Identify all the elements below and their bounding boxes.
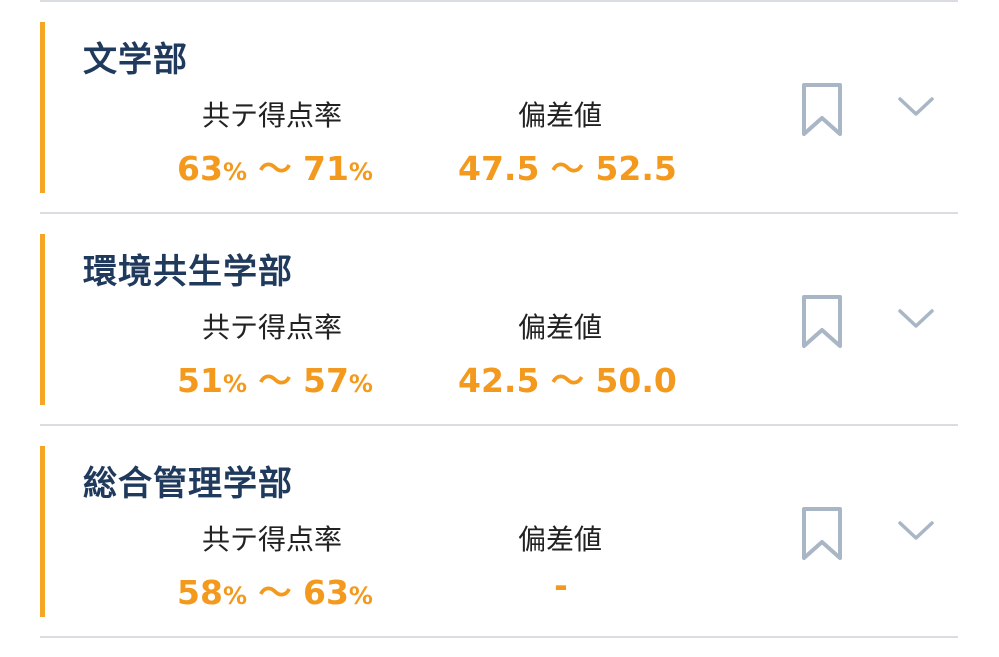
- kyotei-range: 63% 〜 71%: [177, 142, 373, 190]
- kyotei-label: 共テ得点率: [201, 311, 342, 344]
- hensachi-value: -: [554, 566, 568, 605]
- kyotei-min: 51: [177, 361, 223, 400]
- accent-bar: [40, 446, 45, 617]
- kyotei-label: 共テ得点率: [201, 99, 342, 132]
- kyotei-range: 51% 〜 57%: [177, 354, 373, 402]
- faculty-name: 文学部: [83, 40, 188, 80]
- faculty-card[interactable]: 文学部 共テ得点率 偏差値 63% 〜 71% 47.5 〜 52.5: [40, 2, 958, 214]
- faculty-name: 総合管理学部: [83, 464, 293, 504]
- chevron-down-icon[interactable]: [896, 306, 936, 332]
- bookmark-icon[interactable]: [800, 294, 844, 350]
- hensachi-label: 偏差値: [517, 311, 602, 344]
- kyotei-max: 63: [302, 573, 349, 612]
- kyotei-max: 57: [302, 361, 349, 400]
- percent-sign: %: [348, 158, 373, 186]
- bookmark-icon[interactable]: [800, 506, 844, 562]
- hensachi-value: 42.5 〜 50.0: [458, 361, 677, 400]
- faculty-card[interactable]: 総合管理学部 共テ得点率 偏差値 58% 〜 63% -: [40, 426, 958, 638]
- range-separator: 〜: [258, 573, 292, 612]
- percent-sign: %: [222, 582, 247, 610]
- accent-bar: [40, 22, 45, 193]
- kyotei-min: 58: [177, 573, 223, 612]
- hensachi-label: 偏差値: [517, 99, 602, 132]
- hensachi-label: 偏差値: [517, 523, 602, 556]
- kyotei-min: 63: [177, 149, 223, 188]
- chevron-down-icon[interactable]: [896, 94, 936, 120]
- kyotei-label: 共テ得点率: [201, 523, 342, 556]
- percent-sign: %: [222, 370, 247, 398]
- kyotei-max: 71: [302, 149, 349, 188]
- kyotei-range: 58% 〜 63%: [177, 566, 373, 614]
- faculty-name: 環境共生学部: [83, 252, 293, 292]
- accent-bar: [40, 234, 45, 405]
- chevron-down-icon[interactable]: [896, 518, 936, 544]
- percent-sign: %: [348, 370, 373, 398]
- bookmark-icon[interactable]: [800, 82, 844, 138]
- hensachi-value: 47.5 〜 52.5: [458, 149, 677, 188]
- percent-sign: %: [348, 582, 373, 610]
- divider: [40, 636, 958, 638]
- range-separator: 〜: [258, 149, 292, 188]
- percent-sign: %: [222, 158, 247, 186]
- faculty-card[interactable]: 環境共生学部 共テ得点率 偏差値 51% 〜 57% 42.5 〜 50.0: [40, 214, 958, 426]
- faculty-list: 文学部 共テ得点率 偏差値 63% 〜 71% 47.5 〜 52.5 環境共生…: [0, 0, 999, 657]
- range-separator: 〜: [258, 361, 292, 400]
